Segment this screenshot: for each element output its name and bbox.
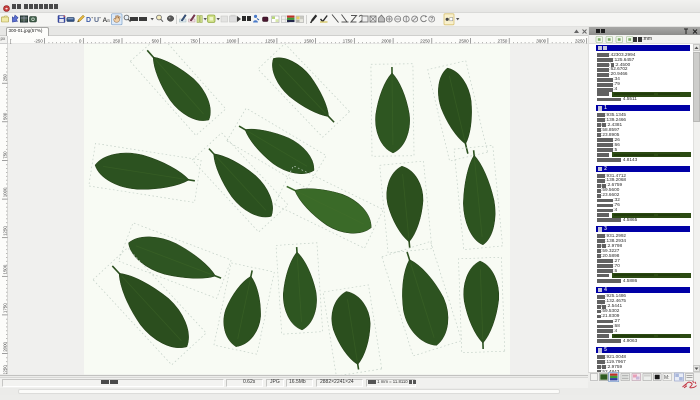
svg-text:2250: 2250 [420, 38, 430, 43]
svg-text:1000: 1000 [227, 38, 237, 43]
svg-text:2500: 2500 [459, 38, 469, 43]
svg-text:2750: 2750 [498, 38, 508, 43]
svg-text:750: 750 [190, 38, 198, 43]
svg-text:250: 250 [3, 74, 8, 82]
svg-text:1500: 1500 [304, 38, 314, 43]
svg-text:750: 750 [3, 151, 8, 159]
svg-text:2250: 2250 [3, 365, 8, 374]
svg-text:-250: -250 [34, 38, 43, 43]
svg-text:3250: 3250 [575, 38, 585, 43]
svg-text:2000: 2000 [382, 38, 392, 43]
svg-text:1750: 1750 [343, 38, 353, 43]
svg-text:1250: 1250 [265, 38, 275, 43]
svg-text:250: 250 [113, 38, 121, 43]
svg-text:M:: M: [664, 375, 670, 381]
svg-text:500: 500 [152, 38, 160, 43]
svg-text:500: 500 [3, 112, 8, 120]
svg-text:3000: 3000 [536, 38, 546, 43]
svg-text:?: ? [430, 17, 433, 23]
